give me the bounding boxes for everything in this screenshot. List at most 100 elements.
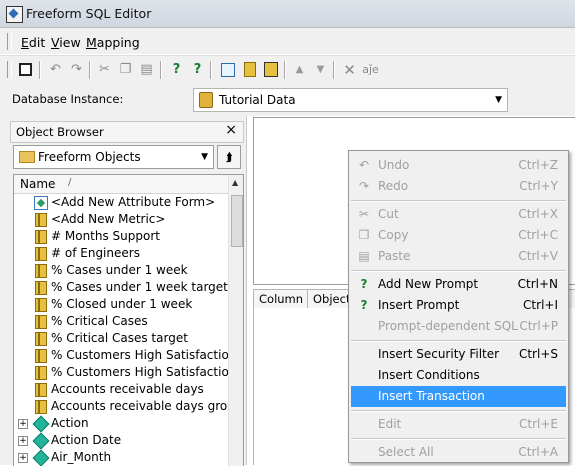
up-folder-button[interactable]: ⮭ — [217, 145, 241, 169]
redo-icon: ↷ — [358, 179, 370, 193]
add-prompt-icon[interactable]: ? — [167, 60, 186, 79]
menu-item-insert-security-filter[interactable]: Insert Security Filter Ctrl+S — [351, 344, 566, 365]
list-item[interactable]: % Critical Cases — [14, 313, 228, 330]
undo-icon[interactable]: ↶ — [46, 60, 65, 79]
menu-separator — [351, 410, 566, 412]
redo-icon[interactable]: ↷ — [67, 60, 86, 79]
list-item-label: # Months Support — [51, 229, 160, 243]
preview-icon[interactable] — [16, 60, 35, 79]
list-item[interactable]: % Cases under 1 week target — [14, 279, 228, 296]
metric-icon — [35, 298, 47, 312]
menu-item-label: Add New Prompt — [378, 277, 479, 291]
database-icon — [199, 92, 213, 108]
grid-column-header[interactable]: Object — [313, 292, 350, 306]
toolbar: ↶ ↷ ✂ ❐ ▤ ? ? ▲ ▼ ✕ aǰe — [0, 55, 575, 84]
menu-item-paste[interactable]: ▤ Paste Ctrl+V — [351, 246, 566, 267]
undo-icon: ↶ — [358, 158, 370, 172]
menu-item-copy[interactable]: ❐ Copy Ctrl+C — [351, 225, 566, 246]
menu-view[interactable]: View — [51, 35, 81, 50]
toolbar-separator — [284, 61, 286, 79]
menu-item-label: Prompt-dependent SQL — [378, 319, 518, 333]
sort-indicator-icon: / — [68, 177, 72, 188]
copy-icon[interactable]: ❐ — [116, 60, 135, 79]
metric-icon — [35, 247, 47, 261]
add-prompt-icon: ? — [360, 277, 368, 291]
attribute-icon — [32, 432, 50, 450]
menu-item-insert-conditions[interactable]: Insert Conditions — [351, 365, 566, 386]
list-item-label: Action Date — [51, 433, 122, 447]
copy-icon: ❐ — [358, 228, 370, 242]
metric-icon — [35, 230, 47, 244]
menu-mapping[interactable]: Mapping — [86, 35, 140, 50]
list-item-label: % Critical Cases — [51, 314, 148, 328]
menu-item-select-all[interactable]: Select All Ctrl+A — [351, 442, 566, 463]
close-icon[interactable]: × — [225, 122, 237, 138]
list-item[interactable]: # Months Support — [14, 228, 228, 245]
list-item[interactable]: Accounts receivable days — [14, 381, 228, 398]
menu-edit-rest: dit — [28, 35, 46, 50]
scrollbar-thumb[interactable] — [231, 195, 243, 247]
expand-icon[interactable]: + — [18, 453, 28, 463]
menu-item-cut[interactable]: ✂ Cut Ctrl+X — [351, 204, 566, 225]
insert-prompt-icon[interactable]: ? — [188, 60, 207, 79]
scroll-up-icon[interactable]: ▲ — [232, 178, 238, 187]
move-up-icon[interactable]: ▲ — [290, 60, 309, 79]
expand-icon[interactable]: + — [18, 419, 28, 429]
menu-item-label: Select All — [378, 445, 434, 459]
menu-item-edit[interactable]: Edit Ctrl+E — [351, 414, 566, 435]
list-item[interactable]: % Closed under 1 week — [14, 296, 228, 313]
list-item[interactable]: % Cases under 1 week — [14, 262, 228, 279]
menu-item-shortcut: Ctrl+N — [517, 277, 558, 291]
list-item[interactable]: # of Engineers — [14, 245, 228, 262]
list-item-label: <Add New Attribute Form> — [51, 195, 216, 209]
menu-item-undo[interactable]: ↶ Undo Ctrl+Z — [351, 155, 566, 176]
menubar-grip[interactable] — [7, 33, 12, 50]
list-item[interactable]: % Customers High Satisfaction — [14, 347, 236, 364]
vertical-scrollbar[interactable]: ▲ — [228, 175, 243, 466]
list-item[interactable]: Accounts receivable days growth — [14, 398, 243, 415]
database-instance-select[interactable]: Tutorial Data ▼ — [193, 88, 508, 112]
column-header-name: Name — [20, 177, 56, 191]
menu-item-insert-prompt[interactable]: ? Insert Prompt Ctrl+I — [351, 295, 566, 316]
menu-item-insert-transaction[interactable]: Insert Transaction — [351, 386, 566, 407]
list-item[interactable]: <Add New Metric> — [14, 211, 228, 228]
menu-item-add-new-prompt[interactable]: ? Add New Prompt Ctrl+N — [351, 274, 566, 295]
list-item[interactable]: % Critical Cases target — [14, 330, 228, 347]
move-down-icon[interactable]: ▼ — [311, 60, 330, 79]
list-item-label: # of Engineers — [51, 246, 140, 260]
rename-icon[interactable]: aǰe — [361, 60, 380, 79]
folder-select[interactable]: Freeform Objects ▼ — [13, 145, 214, 169]
list-item[interactable]: + Air_Month — [14, 449, 228, 466]
expand-icon[interactable]: + — [18, 436, 28, 446]
menu-item-label: Insert Security Filter — [378, 347, 500, 361]
menu-item-label: Copy — [378, 228, 409, 242]
metric-icon — [35, 213, 47, 227]
toolbar-grip[interactable] — [7, 61, 12, 78]
folder-select-value: Freeform Objects — [38, 150, 141, 164]
menu-item-shortcut: Ctrl+S — [518, 347, 558, 361]
list-item-label: % Customers High Satisfaction — [51, 348, 237, 362]
paste-icon[interactable]: ▤ — [137, 60, 156, 79]
list-item[interactable]: <Add New Attribute Form> — [14, 194, 228, 211]
window-title: Freeform SQL Editor — [26, 6, 152, 21]
cut-icon[interactable]: ✂ — [95, 60, 114, 79]
metric-icon[interactable] — [240, 60, 259, 79]
grid-column-header[interactable]: Column — [259, 292, 303, 306]
folder-icon — [19, 151, 35, 163]
toolbar-separator — [89, 61, 91, 79]
up-folder-icon: ⮭ — [225, 149, 233, 164]
object-list[interactable]: Name / <Add New Attribute Form> <Add New … — [13, 174, 244, 466]
list-item[interactable]: + Action — [14, 415, 228, 433]
delete-icon[interactable]: ✕ — [340, 60, 359, 79]
menu-item-redo[interactable]: ↷ Redo Ctrl+Y — [351, 176, 566, 197]
insert-object-icon[interactable] — [261, 60, 280, 79]
metric-icon — [35, 400, 47, 414]
object-browser-title: Object Browser — [16, 125, 104, 139]
menu-edit[interactable]: Edit — [21, 35, 45, 50]
list-column-header[interactable]: Name / — [14, 175, 228, 194]
list-item[interactable]: + Action Date — [14, 432, 228, 450]
menu-item-prompt-dependent-sql[interactable]: Prompt-dependent SQL Ctrl+P — [351, 316, 566, 337]
cut-icon: ✂ — [358, 207, 370, 221]
list-item[interactable]: % Customers High Satisfaction ta — [14, 364, 243, 381]
attribute-icon[interactable] — [218, 60, 237, 79]
